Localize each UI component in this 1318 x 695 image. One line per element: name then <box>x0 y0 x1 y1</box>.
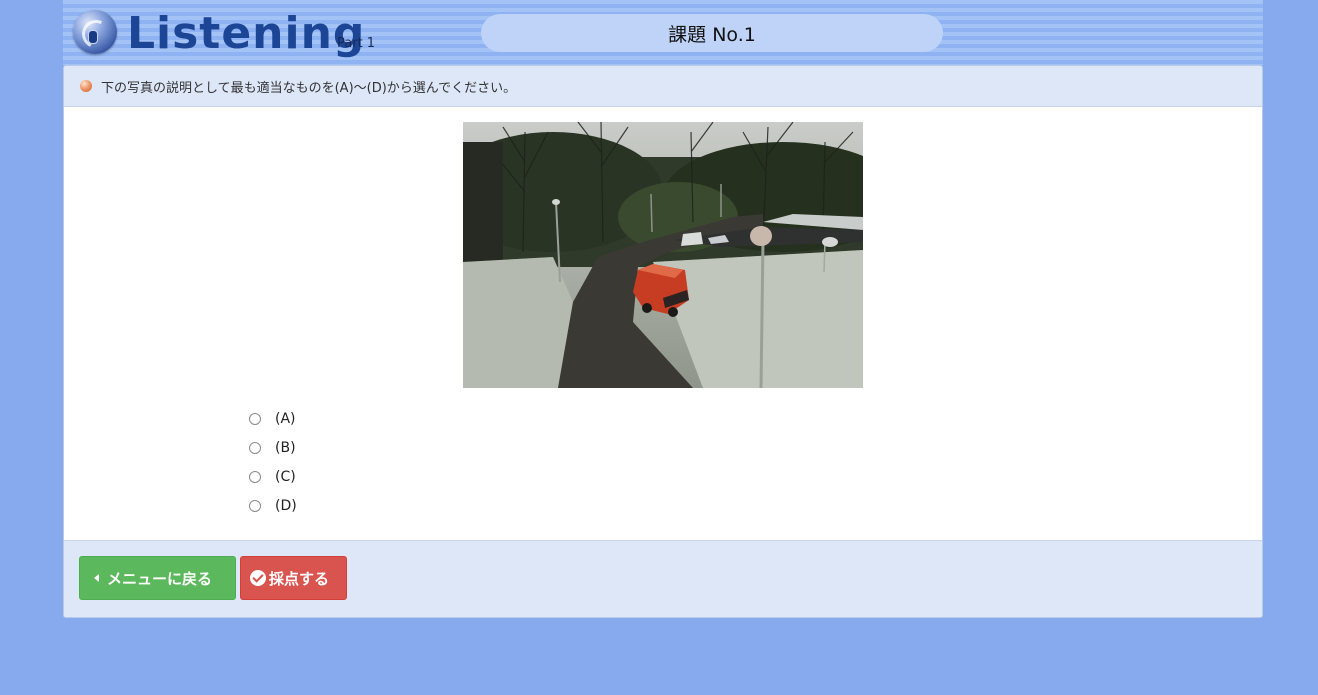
score-button[interactable]: 採点する <box>240 556 347 600</box>
task-number-badge: 課題 No.1 <box>481 14 943 52</box>
radio-b[interactable] <box>249 441 261 454</box>
page-header: Listening Part 1 課題 No.1 <box>63 0 1263 65</box>
bullet-icon <box>80 80 92 92</box>
radio-d[interactable] <box>249 499 261 512</box>
score-label: 採点する <box>269 569 330 588</box>
snowy-road-van-image <box>463 122 863 388</box>
choice-d-label[interactable]: (D) <box>275 498 297 514</box>
answer-choices: (A) (B) (C) (D) <box>249 404 297 520</box>
choice-a[interactable]: (A) <box>249 404 297 433</box>
check-circle-icon <box>250 570 266 586</box>
choice-b[interactable]: (B) <box>249 433 297 462</box>
back-to-menu-label: メニューに戻る <box>107 569 213 588</box>
action-footer: メニューに戻る 採点する <box>64 540 1262 617</box>
radio-c[interactable] <box>249 470 261 483</box>
choice-d[interactable]: (D) <box>249 491 297 520</box>
caret-left-icon <box>94 574 99 582</box>
part-label: Part 1 <box>337 36 376 51</box>
question-panel: 下の写真の説明として最も適当なものを(A)〜(D)から選んでください。 (A) … <box>63 65 1263 618</box>
radio-a[interactable] <box>249 412 261 425</box>
app-title: Listening <box>127 8 366 59</box>
question-photo <box>463 122 863 388</box>
choice-c[interactable]: (C) <box>249 462 297 491</box>
instruction-bar: 下の写真の説明として最も適当なものを(A)〜(D)から選んでください。 <box>64 66 1262 107</box>
task-number-label: 課題 No.1 <box>668 23 756 46</box>
choice-a-label[interactable]: (A) <box>275 411 296 427</box>
headphones-logo-icon <box>73 10 117 54</box>
choice-c-label[interactable]: (C) <box>275 469 296 485</box>
logo-earpiece <box>88 30 98 44</box>
instruction-text: 下の写真の説明として最も適当なものを(A)〜(D)から選んでください。 <box>101 81 517 96</box>
back-to-menu-button[interactable]: メニューに戻る <box>79 556 236 600</box>
choice-b-label[interactable]: (B) <box>275 440 296 456</box>
